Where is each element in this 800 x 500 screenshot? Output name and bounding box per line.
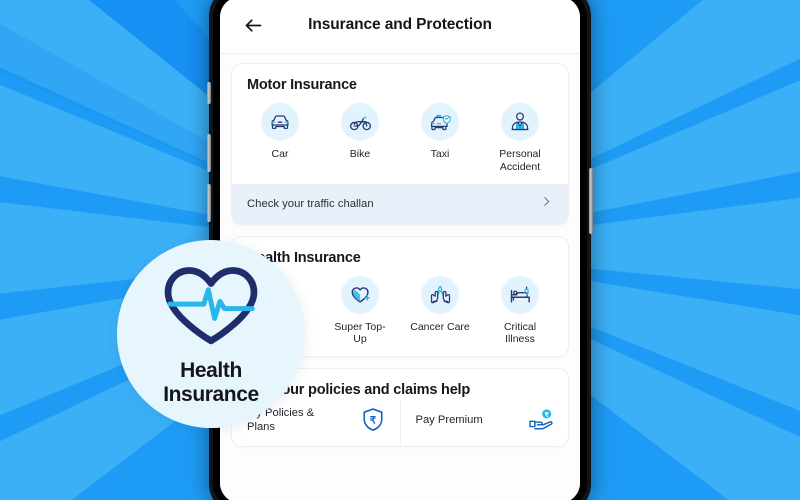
svg-text:₹: ₹ [369, 416, 376, 427]
tile-label: Taxi [430, 148, 450, 160]
page-title: Insurance and Protection [308, 16, 492, 33]
phone-screen: Insurance and Protection Motor Insurance [220, 0, 580, 500]
tile-label: Super Top-Up [334, 320, 386, 346]
traffic-challan-label: Check your traffic challan [247, 197, 374, 210]
tile-label: Car [271, 148, 289, 160]
tile-icon-background [421, 275, 459, 314]
tile-icon-background [341, 275, 379, 314]
phone-device: Insurance and Protection Motor Insurance [207, 0, 593, 500]
tile-icon-background [501, 275, 539, 314]
tile-super-top-up[interactable]: Super Top-Up [320, 275, 400, 347]
phone-button-left-top[interactable] [207, 82, 211, 104]
tile-critical-illness[interactable]: Critical Illness [480, 275, 560, 347]
phone-button-volume-down[interactable] [207, 184, 211, 222]
tile-taxi[interactable]: Taxi [400, 103, 480, 174]
tile-car[interactable]: Car [240, 103, 320, 174]
tile-icon-background [261, 103, 299, 141]
tile-bike[interactable]: Bike [320, 103, 400, 174]
badge-title-line1: Health [180, 358, 242, 382]
motor-insurance-card: Motor Insurance Car Bike Taxi Personal A… [231, 63, 569, 225]
tile-icon-background [341, 103, 379, 141]
help-item-label: Pay Premium [415, 414, 483, 427]
hand-coin-icon: ₹ [529, 409, 553, 430]
tile-label: Bike [349, 148, 371, 160]
help-row: My Policies & Plans ₹ Pay Premium ₹ [232, 400, 569, 447]
phone-button-volume-up[interactable] [207, 134, 211, 172]
taxi-shield-icon [430, 114, 451, 130]
car-icon [271, 115, 289, 130]
person-icon [511, 112, 529, 131]
shield-rupee-icon: ₹ [362, 408, 383, 432]
back-button[interactable] [233, 5, 273, 45]
motorbike-icon [349, 115, 371, 130]
tile-label: Critical Illness [503, 320, 537, 346]
chevron-right-icon [540, 195, 553, 213]
heart-plus-icon [351, 287, 370, 303]
hands-ribbon-icon [430, 285, 450, 304]
tile-cancer-care[interactable]: Cancer Care [400, 275, 480, 347]
health-card-title: Health Insurance [247, 249, 361, 266]
heart-pulse-icon [164, 267, 258, 345]
motor-tile-row: Car Bike Taxi Personal Accident [232, 95, 568, 184]
tile-personal-accident[interactable]: Personal Accident [480, 103, 560, 174]
arrow-left-icon [245, 18, 261, 32]
hospital-bed-icon [510, 286, 530, 303]
tile-label: Cancer Care [410, 320, 470, 333]
health-insurance-badge: Health Insurance [117, 240, 305, 428]
traffic-challan-row[interactable]: Check your traffic challan [232, 183, 568, 224]
app-header: Insurance and Protection [220, 0, 580, 54]
tile-icon-background [501, 103, 539, 141]
tile-label: Personal Accident [499, 148, 541, 173]
screenshot-root: Insurance and Protection Motor Insurance [0, 0, 800, 500]
motor-card-title: Motor Insurance [247, 77, 357, 93]
help-item-pay-premium[interactable]: Pay Premium ₹ [399, 400, 569, 447]
badge-title-line2: Insurance [163, 382, 259, 406]
badge-icon-wrap [157, 262, 265, 353]
phone-button-power[interactable] [589, 168, 593, 234]
tile-icon-background [421, 103, 459, 141]
